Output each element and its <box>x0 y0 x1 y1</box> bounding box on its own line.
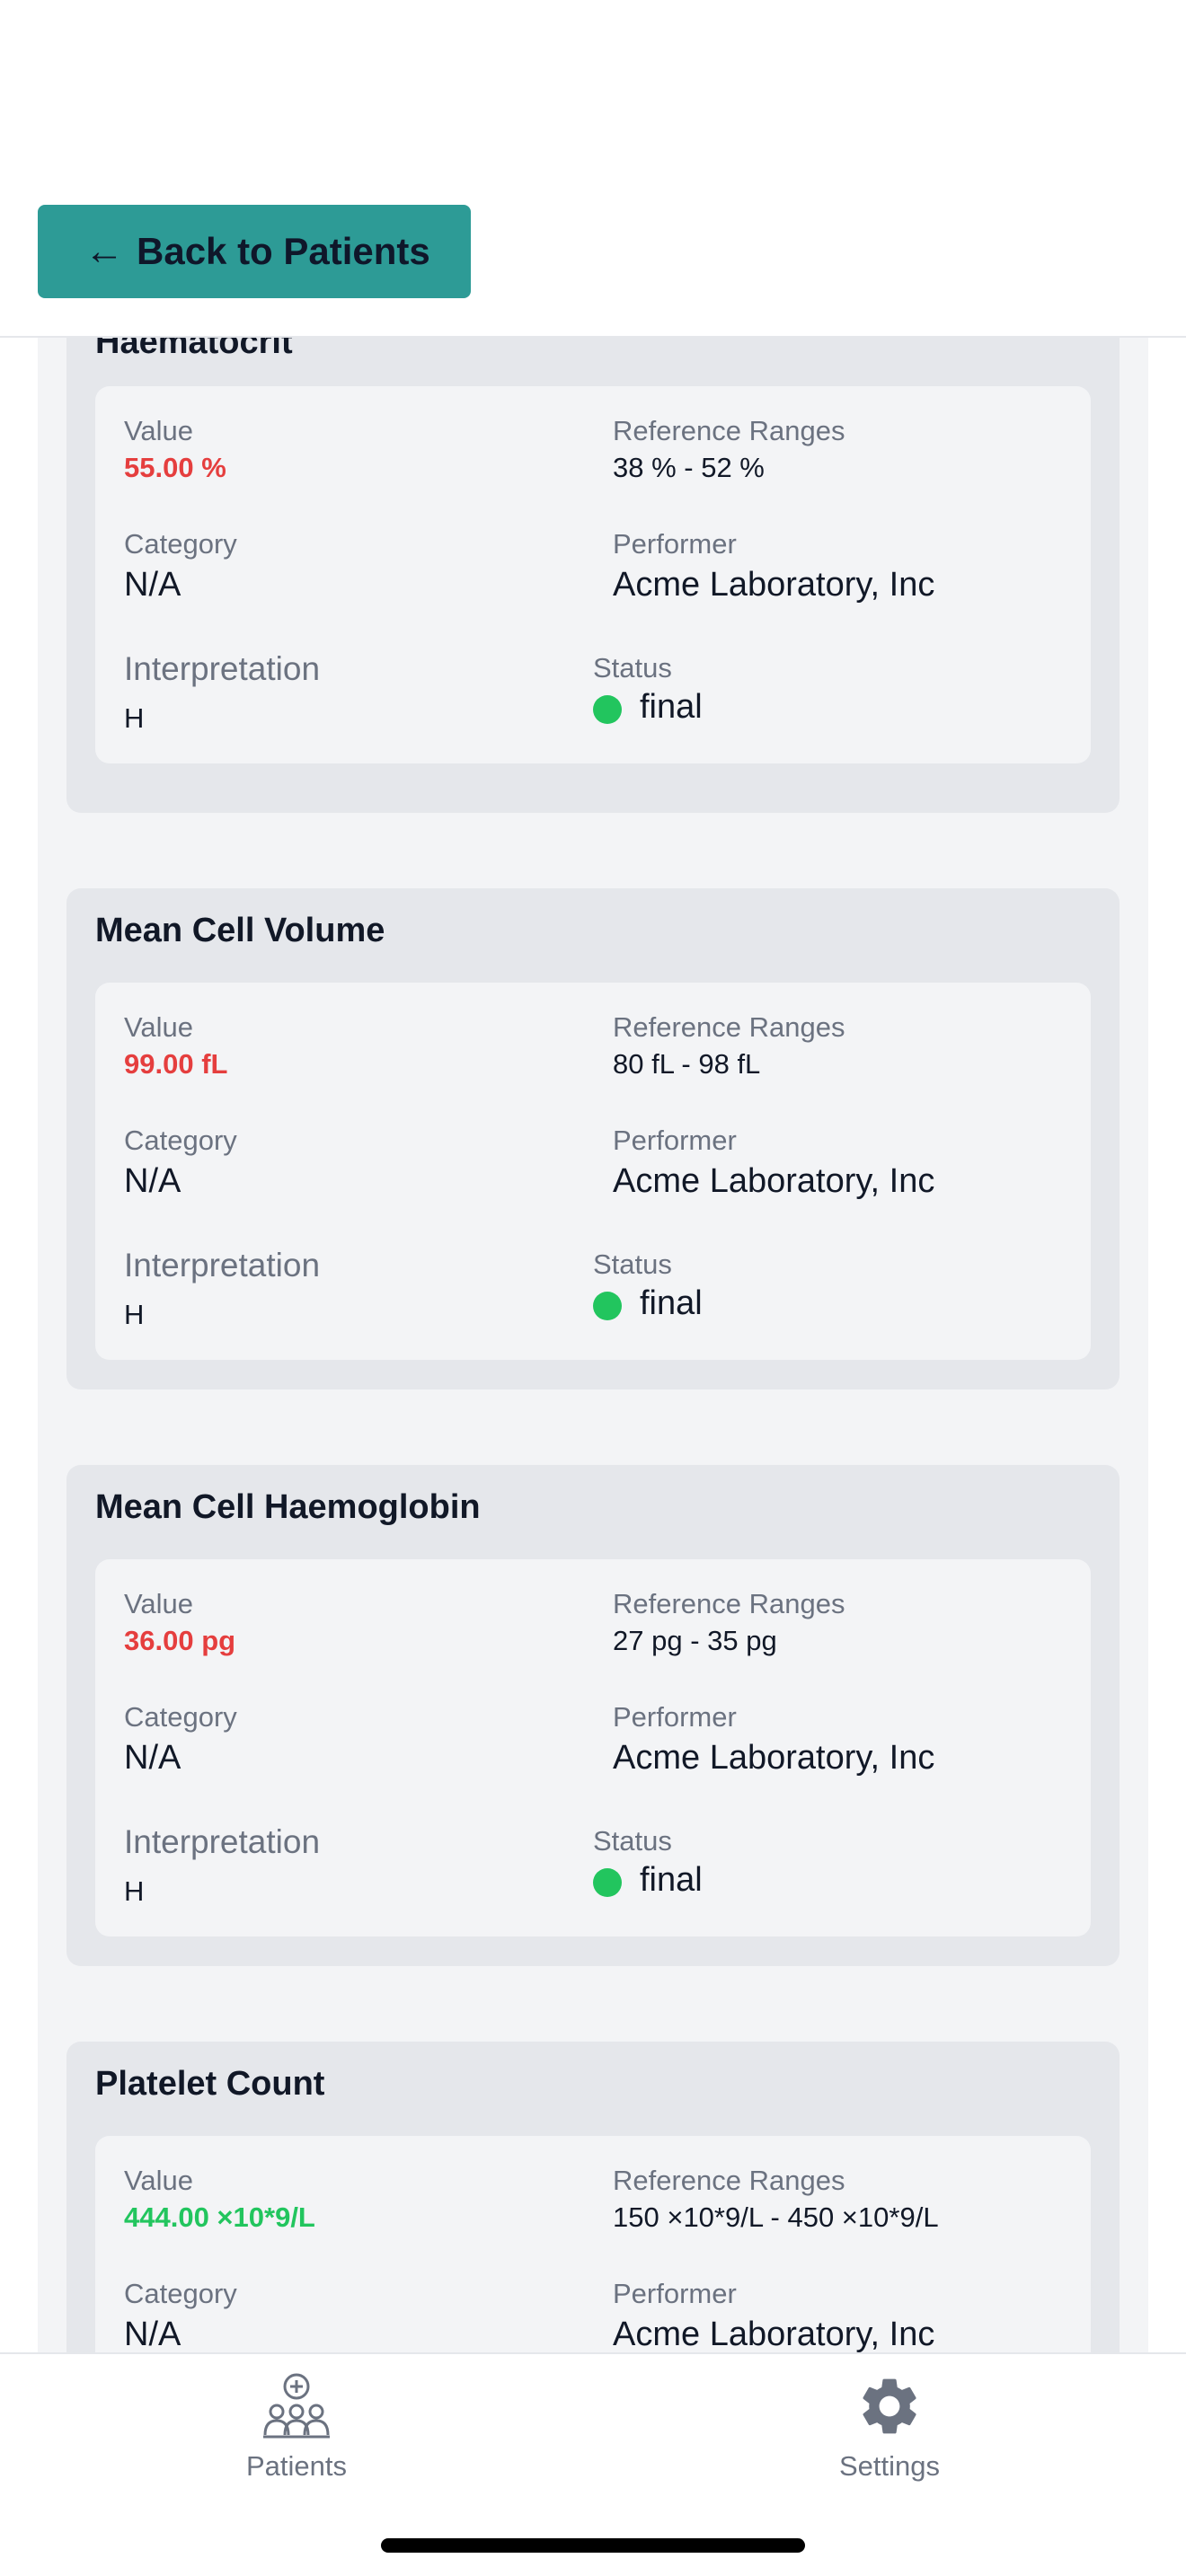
interpretation-value: H <box>124 1875 145 1907</box>
gear-icon <box>855 2372 924 2445</box>
value-label: Value <box>124 1011 193 1043</box>
observation-title: Mean Cell Haemoglobin <box>95 1488 481 1526</box>
category-label: Category <box>124 2278 237 2309</box>
reference-ranges-label: Reference Ranges <box>613 415 845 446</box>
status-label: Status <box>593 1248 672 1280</box>
performer-value: Acme Laboratory, Inc <box>613 566 935 604</box>
reference-ranges-label: Reference Ranges <box>613 2165 845 2196</box>
back-button-label: Back to Patients <box>137 230 430 272</box>
interpretation-label: Interpretation <box>124 1823 321 1860</box>
observation-card: Mean Cell Haemoglobin Value 36.00 pg Ref… <box>66 1465 1120 1966</box>
interpretation-label: Interpretation <box>124 650 321 687</box>
performer-label: Performer <box>613 1701 737 1733</box>
interpretation-value: H <box>124 1299 145 1330</box>
observation-details: Value 99.00 fL Reference Ranges 80 fL - … <box>95 983 1091 1360</box>
performer-label: Performer <box>613 2278 737 2309</box>
status-value: final <box>640 1284 703 1322</box>
observation-details: Value 55.00 % Reference Ranges 38 % - 52… <box>95 386 1091 763</box>
status-dot-icon <box>593 1868 622 1897</box>
observation-value: 99.00 fL <box>124 1048 228 1080</box>
reference-ranges-value: 38 % - 52 % <box>613 452 765 483</box>
observation-title: Mean Cell Volume <box>95 912 385 949</box>
arrow-left-icon: ← <box>84 229 124 273</box>
category-value: N/A <box>124 1739 181 1777</box>
status-value: final <box>640 1861 703 1899</box>
category-value: N/A <box>124 2316 181 2352</box>
observation-title: Platelet Count <box>95 2065 325 2103</box>
observation-card: Mean Cell Volume Value 99.00 fL Referenc… <box>66 888 1120 1389</box>
performer-label: Performer <box>613 528 737 560</box>
tab-patients[interactable]: Patients <box>162 2372 431 2498</box>
status-value: final <box>640 688 703 726</box>
observation-value: 55.00 % <box>124 452 226 483</box>
patients-group-icon <box>261 2372 332 2445</box>
header: ← Back to Patients <box>0 0 1186 338</box>
observation-details: Value 444.00 ×10*9/L Reference Ranges 15… <box>95 2136 1091 2352</box>
observation-title: Haematocrit <box>95 338 293 361</box>
reference-ranges-value: 27 pg - 35 pg <box>613 1625 777 1656</box>
value-label: Value <box>124 415 193 446</box>
tab-settings[interactable]: Settings <box>755 2372 1024 2498</box>
status-label: Status <box>593 1825 672 1857</box>
performer-value: Acme Laboratory, Inc <box>613 1739 935 1777</box>
reference-ranges-label: Reference Ranges <box>613 1011 845 1043</box>
home-indicator[interactable] <box>381 2538 805 2553</box>
status-label: Status <box>593 652 672 684</box>
reference-ranges-value: 150 ×10*9/L - 450 ×10*9/L <box>613 2201 939 2233</box>
reference-ranges-label: Reference Ranges <box>613 1588 845 1619</box>
observation-value: 444.00 ×10*9/L <box>124 2201 315 2233</box>
interpretation-label: Interpretation <box>124 1247 321 1284</box>
performer-label: Performer <box>613 1125 737 1156</box>
interpretation-value: H <box>124 702 145 734</box>
category-value: N/A <box>124 566 181 604</box>
category-value: N/A <box>124 1162 181 1200</box>
category-label: Category <box>124 528 237 560</box>
category-label: Category <box>124 1701 237 1733</box>
observation-card: Haematocrit Value 55.00 % Reference Rang… <box>66 338 1120 813</box>
performer-value: Acme Laboratory, Inc <box>613 2316 935 2352</box>
observations-list[interactable]: Haematocrit Value 55.00 % Reference Rang… <box>38 338 1148 2352</box>
observation-details: Value 36.00 pg Reference Ranges 27 pg - … <box>95 1559 1091 1936</box>
status-dot-icon <box>593 695 622 724</box>
value-label: Value <box>124 2165 193 2196</box>
category-label: Category <box>124 1125 237 1156</box>
reference-ranges-value: 80 fL - 98 fL <box>613 1048 761 1080</box>
observation-value: 36.00 pg <box>124 1625 236 1656</box>
tab-settings-label: Settings <box>838 2450 940 2482</box>
status-dot-icon <box>593 1292 622 1320</box>
observation-card: Platelet Count Value 444.00 ×10*9/L Refe… <box>66 2042 1120 2352</box>
performer-value: Acme Laboratory, Inc <box>613 1162 935 1200</box>
back-to-patients-button[interactable]: ← Back to Patients <box>38 205 471 298</box>
tab-patients-label: Patients <box>245 2450 347 2482</box>
value-label: Value <box>124 1588 193 1619</box>
